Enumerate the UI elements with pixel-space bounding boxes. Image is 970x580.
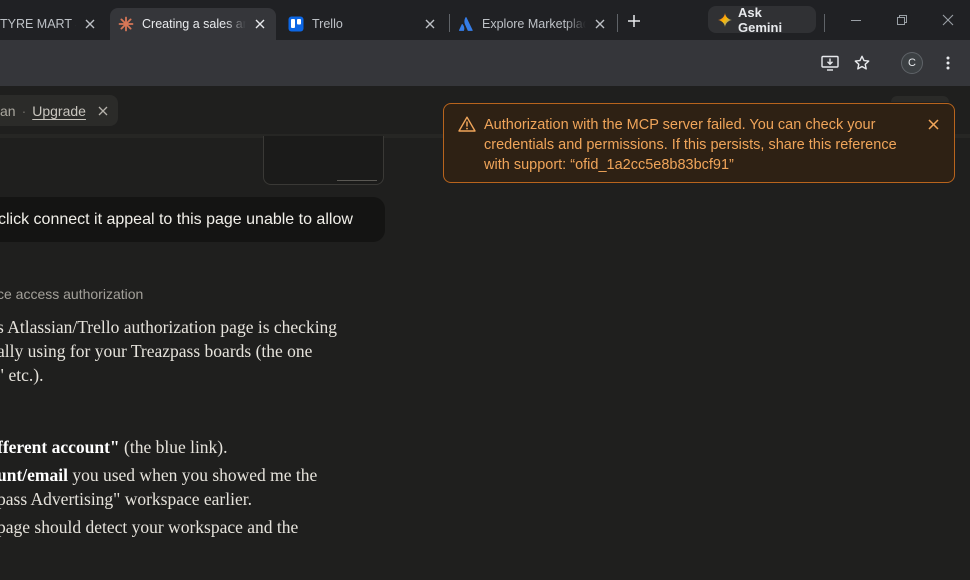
step-3: page should detect your workspace and th… — [0, 517, 299, 537]
step-2: unt/email you used when you showed me th… — [0, 465, 317, 486]
close-icon — [98, 106, 108, 115]
step-2-text: you used when you showed me the — [67, 465, 318, 485]
tab-title: Creating a sales an — [142, 17, 246, 31]
new-tab-button[interactable] — [622, 9, 646, 33]
browser-menu-button[interactable] — [936, 51, 960, 75]
atlassian-icon — [458, 16, 474, 32]
close-window-button[interactable] — [936, 8, 960, 32]
user-message: click connect it appeal to this page una… — [0, 197, 385, 242]
step-2-bold: unt/email — [0, 465, 68, 485]
toolbar-separator — [824, 14, 825, 32]
plan-separator: · — [21, 102, 27, 119]
close-icon[interactable] — [422, 16, 438, 32]
step-1: fferent account" (the blue link). — [0, 437, 228, 458]
error-message: Authorization with the MCP server failed… — [484, 117, 897, 173]
restore-icon — [897, 15, 907, 25]
step-1-text: (the blue link). — [119, 437, 228, 457]
tab-trello[interactable]: Trello — [280, 8, 446, 40]
browser-toolbar: C — [0, 40, 970, 86]
response-line: " etc.). — [0, 365, 44, 385]
dismiss-plan-banner-button[interactable] — [98, 106, 108, 116]
step-2-continued: pass Advertising" workspace earlier. — [0, 489, 252, 509]
tab-separator — [617, 14, 618, 32]
tab-tyre-mart[interactable]: TYRE MART SD — [0, 8, 106, 40]
tab-title: Explore Marketplac — [482, 17, 586, 31]
response-line: s Atlassian/Trello authorization page is… — [0, 317, 338, 337]
response-line: ally using for your Treazpass boards (th… — [0, 341, 313, 361]
minimize-button[interactable] — [844, 8, 868, 32]
thinking-summary[interactable]: ce access authorization — [0, 286, 143, 302]
tab-explore-marketplace[interactable]: Explore Marketplac — [450, 8, 616, 40]
install-app-icon — [821, 55, 839, 71]
tab-title: TYRE MART SD — [0, 17, 76, 31]
tab-title: Trello — [312, 17, 343, 31]
close-icon — [927, 118, 939, 130]
restore-button[interactable] — [890, 8, 914, 32]
plan-label: an — [0, 102, 16, 119]
tab-creating-sales[interactable]: Creating a sales an — [110, 8, 276, 40]
profile-avatar[interactable]: C — [902, 53, 922, 73]
warning-icon — [458, 116, 476, 137]
attachment-thumbnail[interactable] — [263, 136, 384, 185]
trello-icon — [288, 16, 304, 32]
error-toast: Authorization with the MCP server failed… — [443, 103, 955, 183]
ask-gemini-label: Ask Gemini — [738, 4, 783, 35]
plan-banner: an · Upgrade — [0, 95, 118, 126]
close-icon[interactable] — [252, 16, 268, 32]
thumbnail-detail — [337, 180, 377, 181]
header-button[interactable] — [891, 96, 949, 102]
close-icon[interactable] — [82, 16, 98, 32]
plus-icon — [628, 15, 640, 27]
step-1-bold: fferent account" — [0, 437, 120, 457]
gemini-sparkle-icon — [718, 12, 732, 27]
dismiss-error-button[interactable] — [925, 116, 941, 132]
more-vert-icon — [946, 56, 950, 70]
upgrade-link[interactable]: Upgrade — [32, 103, 86, 119]
minimize-icon — [851, 20, 861, 21]
claude-favicon-icon — [118, 16, 134, 32]
install-app-button[interactable] — [818, 51, 842, 75]
star-icon — [854, 55, 870, 70]
bookmark-button[interactable] — [850, 51, 874, 75]
ask-gemini-button[interactable]: Ask Gemini — [708, 4, 816, 35]
user-message-text: click connect it appeal to this page una… — [0, 210, 353, 228]
close-icon — [942, 14, 954, 26]
close-icon[interactable] — [592, 16, 608, 32]
browser-tab-strip: TYRE MART SD Creating a sales an — [0, 0, 970, 40]
